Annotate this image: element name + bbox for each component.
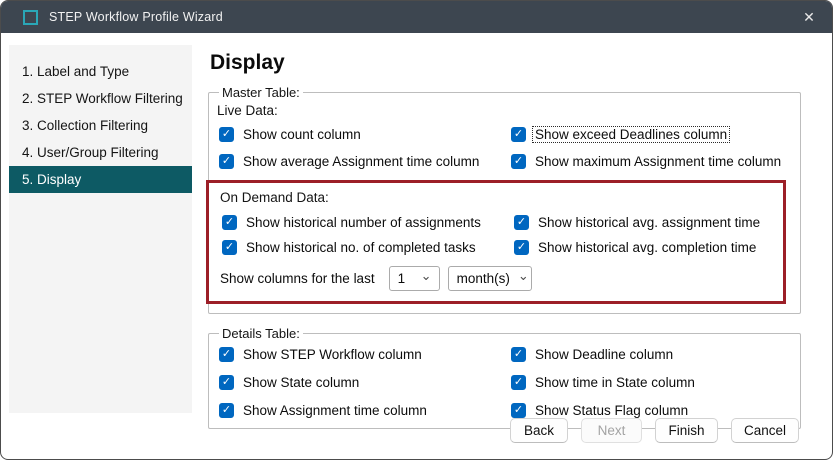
checkbox-show-state-column[interactable]: ✓ Show State column [219,373,511,391]
title-bar: STEP Workflow Profile Wizard ✕ [1,1,832,33]
checkbox-checked-icon: ✓ [511,347,526,362]
checkbox-checked-icon: ✓ [222,215,237,230]
window-title: STEP Workflow Profile Wizard [49,10,223,24]
wizard-dialog: STEP Workflow Profile Wizard ✕ 1. Label … [0,0,833,460]
close-icon[interactable]: ✕ [786,1,832,33]
checkbox-checked-icon: ✓ [219,375,234,390]
sidebar-item-user-group-filtering[interactable]: 4. User/Group Filtering [9,139,192,166]
checkbox-checked-icon: ✓ [514,240,529,255]
checkbox-label: Show Status Flag column [533,403,690,418]
on-demand-checkbox-grid: ✓ Show historical number of assignments … [222,213,783,256]
checkbox-show-historical-number-of-assignments[interactable]: ✓ Show historical number of assignments [222,213,514,231]
details-table-group: Details Table: ✓ Show STEP Workflow colu… [208,326,801,429]
sidebar-item-label: 3. Collection Filtering [22,118,148,133]
on-demand-annotation-highlight: On Demand Data: ✓ Show historical number… [206,180,786,304]
sidebar-item-label: 1. Label and Type [22,64,129,79]
show-columns-row: Show columns for the last 1 ⌄ month(s) ⌄ [220,266,783,291]
sidebar-item-label: 2. STEP Workflow Filtering [22,91,183,106]
checkbox-label: Show historical avg. completion time [536,240,758,255]
wizard-footer: Back Next Finish Cancel [510,418,799,443]
checkbox-show-exceed-deadlines-column[interactable]: ✓ Show exceed Deadlines column [511,125,792,143]
checkbox-label: Show average Assignment time column [241,154,481,169]
show-columns-label: Show columns for the last [220,271,375,286]
master-table-legend: Master Table: [219,85,303,100]
wizard-steps-sidebar: 1. Label and Type 2. STEP Workflow Filte… [9,45,192,413]
checkbox-show-maximum-assignment-time-column[interactable]: ✓ Show maximum Assignment time column [511,152,792,170]
checkbox-label: Show exceed Deadlines column [533,127,729,142]
checkbox-label: Show historical no. of completed tasks [244,240,478,255]
sidebar-item-step-workflow-filtering[interactable]: 2. STEP Workflow Filtering [9,85,192,112]
sidebar-item-display[interactable]: 5. Display [9,166,192,193]
on-demand-data-label: On Demand Data: [220,190,783,205]
chevron-down-icon: ⌄ [518,271,529,281]
checkbox-checked-icon: ✓ [511,127,526,142]
checkbox-label: Show Deadline column [533,347,675,362]
back-button[interactable]: Back [510,418,568,443]
checkbox-checked-icon: ✓ [219,154,234,169]
checkbox-show-status-flag-column[interactable]: ✓ Show Status Flag column [511,401,792,419]
sidebar-item-collection-filtering[interactable]: 3. Collection Filtering [9,112,192,139]
next-button: Next [581,418,642,443]
checkbox-label: Show time in State column [533,375,697,390]
checkbox-label: Show historical avg. assignment time [536,215,762,230]
details-checkbox-grid: ✓ Show STEP Workflow column ✓ Show Deadl… [219,345,792,419]
checkbox-checked-icon: ✓ [514,215,529,230]
sidebar-item-label: 5. Display [22,172,81,187]
checkbox-show-deadline-column[interactable]: ✓ Show Deadline column [511,345,792,363]
months-count-select[interactable]: 1 ⌄ [389,266,440,291]
chevron-down-icon: ⌄ [421,271,432,281]
checkbox-show-time-in-state-column[interactable]: ✓ Show time in State column [511,373,792,391]
checkbox-checked-icon: ✓ [511,375,526,390]
time-unit-select[interactable]: month(s) ⌄ [448,266,532,291]
sidebar-item-label: 4. User/Group Filtering [22,145,159,160]
checkbox-show-step-workflow-column[interactable]: ✓ Show STEP Workflow column [219,345,511,363]
checkbox-show-assignment-time-column[interactable]: ✓ Show Assignment time column [219,401,511,419]
checkbox-show-historical-no-of-completed-tasks[interactable]: ✓ Show historical no. of completed tasks [222,238,514,256]
cancel-button[interactable]: Cancel [731,418,799,443]
checkbox-checked-icon: ✓ [219,347,234,362]
app-icon [23,10,38,25]
checkbox-label: Show historical number of assignments [244,215,483,230]
checkbox-show-historical-avg-completion-time[interactable]: ✓ Show historical avg. completion time [514,238,783,256]
checkbox-label: Show Assignment time column [241,403,429,418]
live-data-label: Live Data: [217,103,792,118]
checkbox-checked-icon: ✓ [511,403,526,418]
checkbox-checked-icon: ✓ [511,154,526,169]
checkbox-label: Show maximum Assignment time column [533,154,783,169]
checkbox-show-average-assignment-time-column[interactable]: ✓ Show average Assignment time column [219,152,511,170]
master-table-group: Master Table: Live Data: ✓ Show count co… [208,85,801,314]
page-title: Display [210,51,801,75]
checkbox-checked-icon: ✓ [219,403,234,418]
checkbox-checked-icon: ✓ [222,240,237,255]
selected-value: 1 [398,271,406,286]
checkbox-show-historical-avg-assignment-time[interactable]: ✓ Show historical avg. assignment time [514,213,783,231]
finish-button[interactable]: Finish [655,418,718,443]
display-step-panel: Display Master Table: Live Data: ✓ Show … [208,45,801,429]
checkbox-label: Show State column [241,375,361,390]
checkbox-label: Show STEP Workflow column [241,347,424,362]
checkbox-label: Show count column [241,127,363,142]
checkbox-show-count-column[interactable]: ✓ Show count column [219,125,511,143]
live-data-checkbox-grid: ✓ Show count column ✓ Show exceed Deadli… [219,125,792,170]
selected-value: month(s) [457,271,510,286]
checkbox-checked-icon: ✓ [219,127,234,142]
sidebar-item-label-and-type[interactable]: 1. Label and Type [9,58,192,85]
details-table-legend: Details Table: [219,326,303,341]
